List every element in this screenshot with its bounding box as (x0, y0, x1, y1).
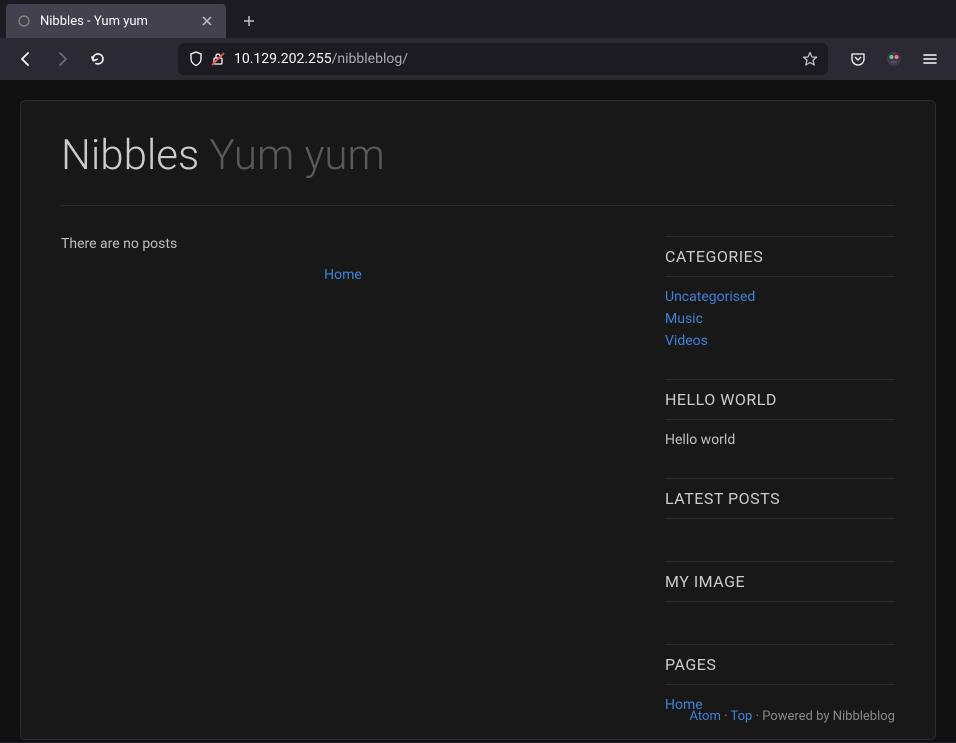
blog-body: There are no posts Home CATEGORIES Uncat… (61, 236, 895, 743)
widget-title-categories: CATEGORIES (665, 236, 895, 277)
shield-icon[interactable] (188, 51, 204, 67)
category-link[interactable]: Music (665, 311, 895, 327)
category-link[interactable]: Videos (665, 333, 895, 349)
no-posts-message: There are no posts (61, 236, 625, 252)
footer-atom-link[interactable]: Atom (690, 709, 721, 724)
widget-title-latest: LATEST POSTS (665, 478, 895, 519)
blog-subtitle: Yum yum (210, 131, 385, 180)
blog-header: Nibbles Yum yum (61, 131, 895, 206)
widget-categories: CATEGORIES Uncategorised Music Videos (665, 236, 895, 349)
widget-content-myimage (665, 602, 895, 614)
sidebar: CATEGORIES Uncategorised Music Videos HE… (665, 236, 895, 743)
tab-title: Nibbles - Yum yum (40, 14, 190, 29)
main-column: There are no posts Home (61, 236, 625, 743)
widget-title-myimage: MY IMAGE (665, 561, 895, 602)
pocket-icon[interactable] (842, 43, 874, 75)
widget-content-latest (665, 519, 895, 531)
tab-bar: Nibbles - Yum yum (0, 0, 956, 38)
header-divider (61, 205, 895, 206)
lock-insecure-icon[interactable] (210, 51, 226, 67)
widget-myimage: MY IMAGE (665, 561, 895, 614)
toolbar-right (842, 43, 946, 75)
home-link[interactable]: Home (61, 267, 625, 283)
browser-toolbar: 10.129.202.255/nibbleblog/ (0, 38, 956, 80)
widget-title-pages: PAGES (665, 644, 895, 685)
hello-text: Hello world (665, 432, 895, 448)
footer-powered: Powered by Nibbleblog (762, 709, 895, 724)
blog-container: Nibbles Yum yum There are no posts Home … (20, 100, 936, 740)
widget-content-categories: Uncategorised Music Videos (665, 277, 895, 349)
browser-tab[interactable]: Nibbles - Yum yum (6, 4, 226, 38)
menu-icon[interactable] (914, 43, 946, 75)
page-content: Nibbles Yum yum There are no posts Home … (0, 80, 956, 742)
url-bar[interactable]: 10.129.202.255/nibbleblog/ (178, 43, 828, 75)
widget-latest: LATEST POSTS (665, 478, 895, 531)
widget-hello: HELLO WORLD Hello world (665, 379, 895, 448)
blog-title: Nibbles Yum yum (61, 131, 895, 180)
category-link[interactable]: Uncategorised (665, 289, 895, 305)
url-text: 10.129.202.255/nibbleblog/ (234, 51, 794, 67)
reload-button[interactable] (82, 43, 114, 75)
forward-button[interactable] (46, 43, 78, 75)
bookmark-star-icon[interactable] (802, 51, 818, 67)
tab-close-icon[interactable] (198, 12, 216, 30)
blog-footer: Atom · Top · Powered by Nibbleblog (690, 709, 895, 724)
blog-title-main: Nibbles (61, 131, 199, 180)
url-path: /nibbleblog/ (332, 51, 408, 67)
widget-title-hello: HELLO WORLD (665, 379, 895, 420)
url-host: 10.129.202.255 (234, 51, 332, 67)
new-tab-button[interactable] (234, 6, 264, 36)
extension-icon[interactable] (878, 43, 910, 75)
widget-pages: PAGES Home (665, 644, 895, 713)
url-security-icons (188, 51, 226, 67)
widget-content-hello: Hello world (665, 420, 895, 448)
tab-favicon-icon (16, 13, 32, 29)
footer-top-link[interactable]: Top (730, 709, 752, 724)
back-button[interactable] (10, 43, 42, 75)
